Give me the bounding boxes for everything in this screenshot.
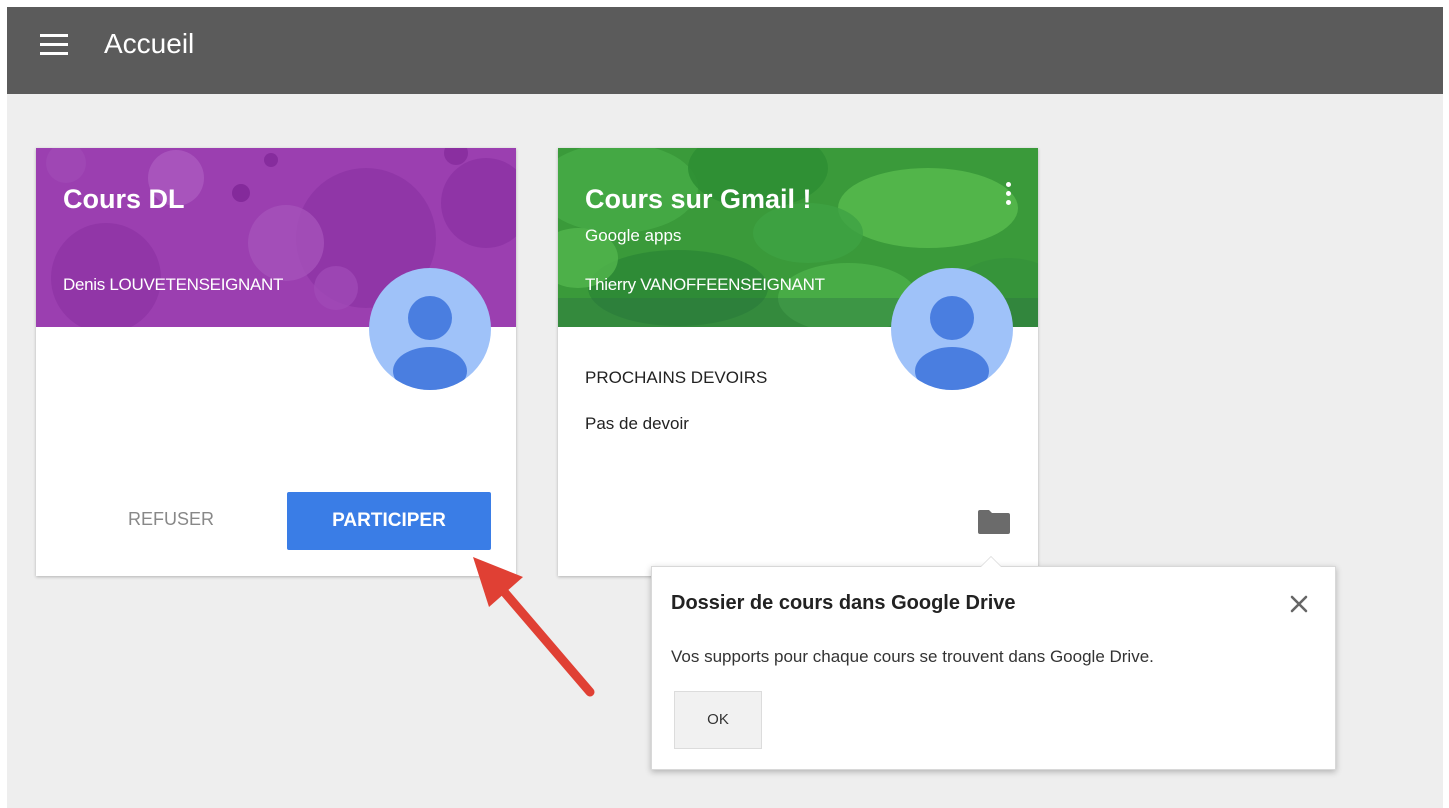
hamburger-menu-icon[interactable] [40, 34, 68, 56]
no-homework-text: Pas de devoir [585, 414, 689, 433]
annotation-arrow-icon [473, 557, 595, 697]
class-title[interactable]: Cours sur Gmail ! [585, 184, 812, 215]
more-vert-icon[interactable] [1002, 180, 1014, 208]
teacher-name: Denis LOUVETENSEIGNANT [63, 275, 284, 294]
teacher-avatar [891, 268, 1013, 390]
top-app-bar: Accueil [7, 7, 1443, 94]
join-button[interactable]: PARTICIPER [287, 492, 491, 550]
close-icon[interactable] [1284, 589, 1314, 619]
ok-button[interactable]: OK [674, 691, 762, 749]
drive-folder-tooltip: Dossier de cours dans Google Drive Vos s… [651, 556, 1336, 770]
refuse-button[interactable]: REFUSER [106, 498, 236, 540]
folder-icon[interactable] [977, 509, 1011, 540]
classroom-window: Accueil Cours DL Denis LOUVETENSEIGNANT [7, 7, 1443, 808]
teacher-avatar [369, 268, 491, 390]
upcoming-homework-heading: PROCHAINS DEVOIRS [585, 368, 768, 387]
class-card-cours-gmail: Cours sur Gmail ! Google apps Thierry VA… [558, 148, 1038, 576]
person-icon [393, 296, 467, 390]
teacher-name: Thierry VANOFFEENSEIGNANT [585, 275, 825, 294]
tooltip-text: Vos supports pour chaque cours se trouve… [671, 647, 1154, 666]
class-card-cours-dl: Cours DL Denis LOUVETENSEIGNANT REFUSER … [36, 148, 516, 576]
person-icon [915, 296, 989, 390]
page-title: Accueil [104, 28, 195, 59]
tooltip-pointer [980, 556, 1002, 567]
class-title[interactable]: Cours DL [63, 184, 185, 215]
tooltip-title: Dossier de cours dans Google Drive [671, 592, 1016, 614]
class-section: Google apps [585, 226, 682, 245]
